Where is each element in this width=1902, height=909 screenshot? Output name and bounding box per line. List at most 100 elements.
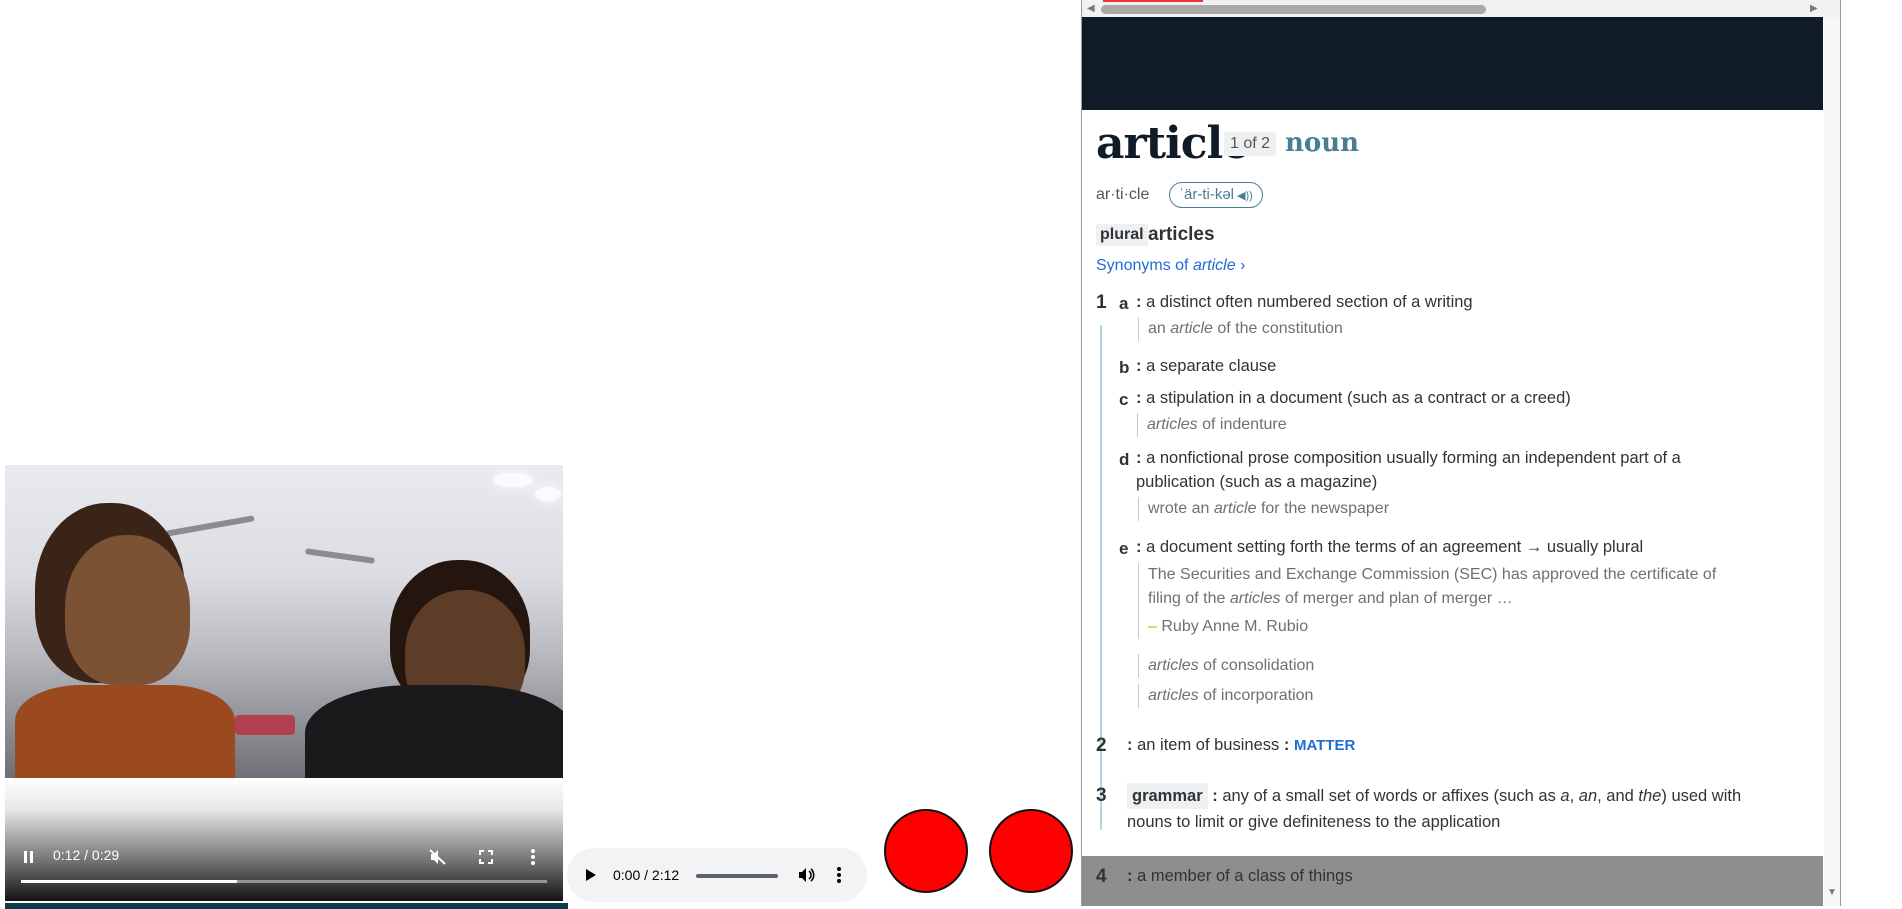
grammar-label: grammar xyxy=(1127,783,1208,809)
part-of-speech: noun xyxy=(1285,128,1360,158)
definition-3-text: any of a small set of words or affixes (… xyxy=(1222,787,1561,805)
speaker-icon: ◀)) xyxy=(1234,190,1253,202)
person-shoulders xyxy=(305,685,563,778)
example-sentence: articles of incorporation xyxy=(1138,684,1313,708)
definition-text: : a document setting forth the terms of … xyxy=(1136,538,1644,556)
definition-text: : an item of business : MATTER xyxy=(1127,736,1356,754)
example-word: the xyxy=(1638,787,1662,805)
synonyms-prefix: Synonyms of xyxy=(1096,257,1193,274)
definition-text: : a member of a class of things xyxy=(1127,867,1353,885)
example-sentence: articles of indenture xyxy=(1137,413,1287,437)
pause-icon[interactable] xyxy=(15,843,43,871)
sense-letter: c xyxy=(1119,390,1129,409)
definition-1a: a distinct often numbered section of a w… xyxy=(1146,293,1473,311)
example-text: an xyxy=(1148,320,1171,337)
quote-text-part: of merger and plan of merger … xyxy=(1280,590,1513,607)
definition-text: : a separate clause xyxy=(1136,357,1277,375)
sense-letter: e xyxy=(1119,539,1129,558)
video-frame[interactable] xyxy=(5,465,563,778)
scroll-indicator xyxy=(1103,0,1203,2)
quote-word: articles xyxy=(1229,590,1281,607)
example-text: of incorporation xyxy=(1198,687,1314,704)
video-bottom-border xyxy=(5,903,568,909)
definition-1c: a stipulation in a document (such as a c… xyxy=(1146,389,1571,407)
vertical-scrollbar[interactable]: ▼ xyxy=(1824,17,1840,906)
fullscreen-icon[interactable] xyxy=(472,843,500,871)
separator: , xyxy=(1569,787,1579,805)
sense-number: 1 xyxy=(1096,292,1107,313)
quote-text: filing of the articles of merger and pla… xyxy=(1148,587,1716,611)
scroll-left-icon[interactable]: ◀ xyxy=(1087,3,1095,14)
example-text: of consolidation xyxy=(1198,657,1315,674)
definition-text: nouns to limit or give definiteness to t… xyxy=(1127,813,1501,831)
example-word: a xyxy=(1560,787,1570,805)
audio-progress-slider[interactable] xyxy=(696,874,778,878)
arrow-right-icon: → xyxy=(1525,538,1543,556)
entry-count-badge: 1 of 2 xyxy=(1224,132,1277,156)
example-word: articles xyxy=(1147,416,1198,433)
definition-3-text: ) used with xyxy=(1661,787,1742,805)
definition-2: an item of business xyxy=(1137,736,1280,754)
person-shoulders xyxy=(15,685,235,778)
example-sentence: wrote an article for the newspaper xyxy=(1138,497,1389,521)
example-text: wrote an xyxy=(1148,500,1214,517)
scrollbar-thumb[interactable] xyxy=(1101,5,1486,14)
definition-1b: a separate clause xyxy=(1146,357,1277,375)
ceiling-light xyxy=(535,487,561,501)
quote-text-part: filing of the xyxy=(1148,590,1230,607)
definition-text: grammar : any of a small set of words or… xyxy=(1127,783,1741,809)
video-progress-bar[interactable] xyxy=(21,880,547,883)
scroll-right-icon[interactable]: ▶ xyxy=(1810,3,1818,14)
sense-letter: d xyxy=(1119,450,1130,469)
muted-icon[interactable] xyxy=(424,843,452,871)
synonyms-word: article xyxy=(1192,257,1236,274)
quote-text: The Securities and Exchange Commission (… xyxy=(1148,566,1717,583)
ceiling-fan xyxy=(165,515,255,537)
scroll-down-icon[interactable]: ▼ xyxy=(1827,887,1837,898)
example-text: for the newspaper xyxy=(1256,500,1390,517)
volume-icon[interactable] xyxy=(798,848,816,902)
example-sentence: articles of consolidation xyxy=(1138,654,1314,678)
usage-note: usually plural xyxy=(1546,538,1644,556)
definition-1d-line1: a nonfictional prose composition usually… xyxy=(1146,449,1681,467)
synonyms-link[interactable]: Synonyms of article › xyxy=(1096,257,1245,275)
play-icon[interactable] xyxy=(585,848,597,902)
example-word: an xyxy=(1578,787,1598,805)
definition-4: a member of a class of things xyxy=(1137,867,1353,885)
sense-letter: b xyxy=(1119,358,1130,377)
example-word: articles xyxy=(1148,687,1199,704)
syllables: ar·ti·cle xyxy=(1096,186,1150,203)
plural-form: articles xyxy=(1148,224,1215,245)
example-text: of indenture xyxy=(1197,416,1287,433)
red-circle-button[interactable] xyxy=(884,809,968,893)
video-time: 0:12 / 0:29 xyxy=(53,847,120,863)
sense-number: 3 xyxy=(1096,785,1107,806)
video-controls: 0:12 / 0:29 xyxy=(5,838,563,901)
quote-block: The Securities and Exchange Commission (… xyxy=(1138,563,1716,639)
dictionary-entry: article 1 of 2 noun ar·ti·cle ˈär-ti-kəl… xyxy=(1082,110,1823,906)
dictionary-frame: ◀ ▶ ▼ article 1 of 2 noun ar·ti·cle ˈär-… xyxy=(1081,0,1841,906)
definition-text: : a distinct often numbered section of a… xyxy=(1136,293,1473,311)
definition-1e: a document setting forth the terms of an… xyxy=(1146,538,1522,556)
video-player[interactable]: 0:12 / 0:29 xyxy=(5,465,568,909)
chevron-right-icon: › xyxy=(1240,257,1246,274)
cross-reference-link[interactable]: MATTER xyxy=(1294,737,1355,754)
example-word: articles xyxy=(1148,657,1199,674)
sense-number: 2 xyxy=(1096,735,1107,756)
definition-text: : a stipulation in a document (such as a… xyxy=(1136,389,1571,407)
more-options-icon[interactable] xyxy=(519,843,547,871)
audio-time: 0:00 / 2:12 xyxy=(613,867,680,883)
horizontal-scrollbar[interactable]: ◀ ▶ xyxy=(1082,0,1840,17)
example-word: article xyxy=(1170,320,1213,337)
separator: , and xyxy=(1597,787,1639,805)
definition-text: publication (such as a magazine) xyxy=(1136,473,1378,491)
red-circle-button[interactable] xyxy=(989,809,1073,893)
example-word: article xyxy=(1213,500,1257,517)
more-options-icon[interactable] xyxy=(837,848,841,902)
pronunciation-button[interactable]: ˈär-ti-kəl ◀)) xyxy=(1169,182,1263,208)
sense-letter: a xyxy=(1119,294,1129,313)
quote-attribution: – Ruby Anne M. Rubio xyxy=(1148,615,1716,639)
pronunciation-text: ˈär-ti-kəl xyxy=(1179,186,1234,203)
definition-text: : a nonfictional prose composition usual… xyxy=(1136,449,1681,467)
audio-player[interactable]: 0:00 / 2:12 xyxy=(567,848,867,902)
